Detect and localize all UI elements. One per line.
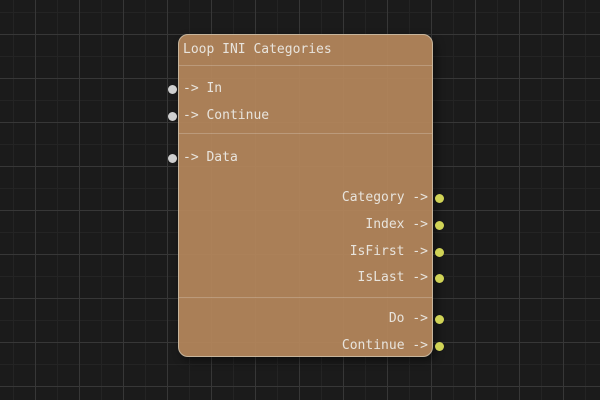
node-loop-ini-categories[interactable]: Loop INI Categories -> In -> Continue ->… [167,34,444,357]
output-port-icon[interactable] [434,193,444,203]
output-port-icon[interactable] [434,220,444,230]
output-port-icon[interactable] [434,341,444,351]
output-port-icon[interactable] [434,247,444,257]
input-port-row-in: -> In [167,80,432,98]
title-separator [179,65,432,66]
output-port-row-index: Index -> [179,216,444,234]
output-port-label: Do -> [388,311,428,326]
input-port-row-data: -> Data [167,149,432,167]
input-port-label: -> In [183,81,223,96]
output-port-icon[interactable] [434,273,444,283]
output-group-separator [179,297,432,298]
input-port-row-continue: -> Continue [167,107,432,125]
output-port-label: IsFirst -> [349,244,428,259]
input-port-label: -> Data [183,150,238,165]
output-port-icon[interactable] [434,314,444,324]
input-port-icon[interactable] [167,111,177,121]
output-port-label: Index -> [365,217,428,232]
node-title: Loop INI Categories [183,42,332,57]
output-port-row-do: Do -> [179,310,444,328]
node-graph-canvas[interactable]: Loop INI Categories -> In -> Continue ->… [0,0,600,400]
output-port-row-category: Category -> [179,189,444,207]
input-port-label: -> Continue [183,108,270,123]
output-port-row-isfirst: IsFirst -> [179,243,444,261]
output-port-label: Continue -> [341,338,428,353]
output-port-label: Category -> [341,190,428,205]
input-group-separator [179,133,432,134]
output-port-row-continue: Continue -> [179,337,444,355]
input-port-icon[interactable] [167,153,177,163]
output-port-label: IsLast -> [357,270,428,285]
output-port-row-islast: IsLast -> [179,269,444,287]
input-port-icon[interactable] [167,84,177,94]
